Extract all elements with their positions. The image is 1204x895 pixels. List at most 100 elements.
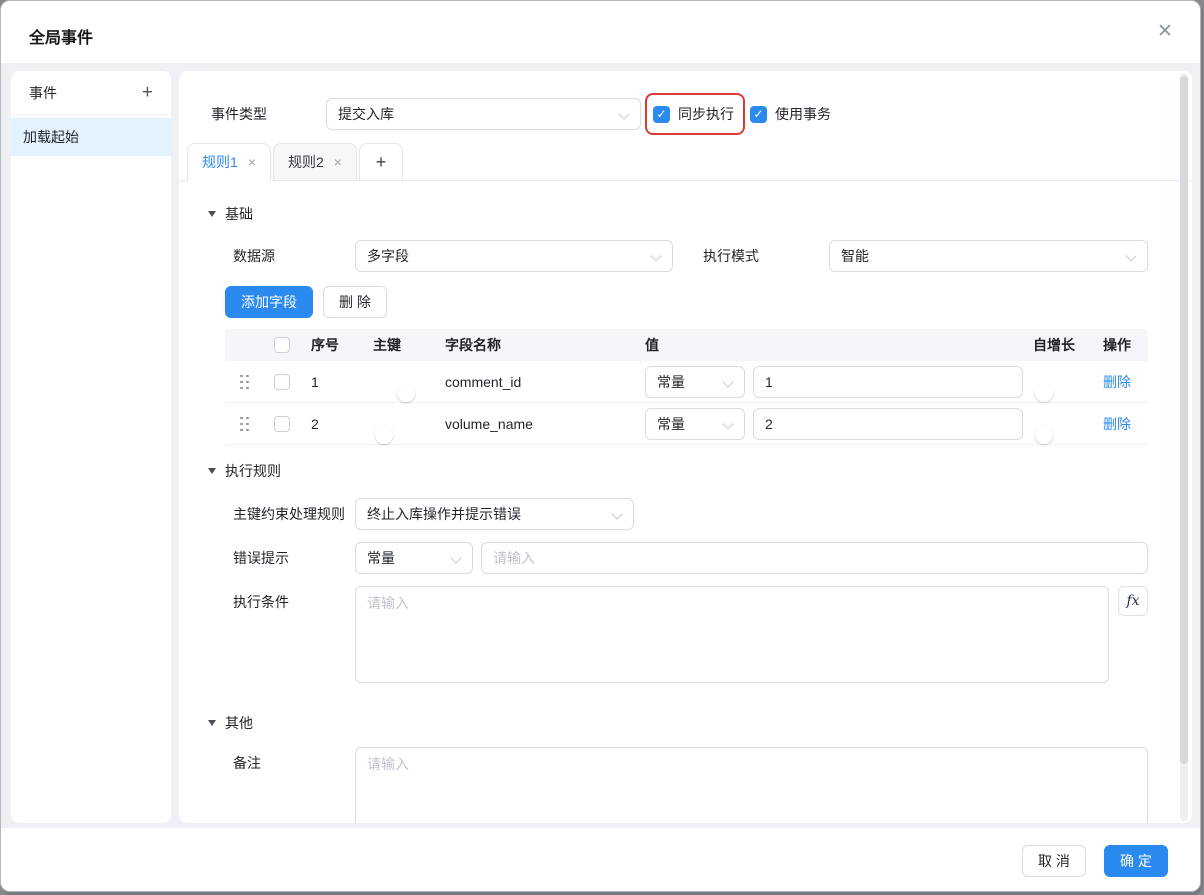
- page-title: 全局事件: [29, 24, 93, 48]
- transaction-checkbox-group[interactable]: ✓ 使用事务: [750, 104, 831, 124]
- field-name: comment_id: [435, 374, 635, 390]
- exec-mode-select[interactable]: 智能: [829, 240, 1148, 272]
- confirm-button[interactable]: 确 定: [1104, 845, 1168, 877]
- global-event-dialog: 全局事件 ✕ 事件 + 加载起始 事件类型 提交入库 ✓: [0, 0, 1201, 892]
- transaction-label: 使用事务: [775, 104, 831, 124]
- section-exec-rules-title: 执行规则: [225, 461, 281, 481]
- exec-condition-textarea[interactable]: [355, 586, 1109, 683]
- error-tip-type-select[interactable]: 常量: [355, 542, 473, 574]
- chevron-down-icon: [722, 376, 733, 387]
- dialog-body: 事件 + 加载起始 事件类型 提交入库 ✓ 同步执行: [1, 63, 1200, 828]
- value-input[interactable]: [753, 408, 1023, 440]
- collapse-caret-icon[interactable]: [208, 211, 216, 217]
- close-icon[interactable]: ✕: [1152, 19, 1178, 45]
- remark-row: 备注: [233, 747, 1192, 823]
- fields-table: 序号 主键 字段名称 值 自增长 操作 1 comment_id 常量: [225, 329, 1148, 445]
- sync-exec-label: 同步执行: [678, 104, 734, 124]
- chevron-down-icon: [1125, 250, 1136, 261]
- exec-mode-value: 智能: [841, 246, 869, 266]
- error-tip-row: 错误提示 常量: [233, 542, 1192, 574]
- chevron-down-icon: [650, 250, 661, 261]
- error-tip-label: 错误提示: [233, 548, 355, 568]
- tab-rule-2-close-icon[interactable]: ×: [334, 154, 342, 170]
- exec-mode-label: 执行模式: [703, 246, 829, 266]
- datasource-row: 数据源 多字段 执行模式 智能: [233, 240, 1192, 272]
- chevron-down-icon: [722, 418, 733, 429]
- field-name: volume_name: [435, 416, 635, 432]
- section-other: 其他: [208, 713, 1192, 733]
- dialog-footer: 取 消 确 定: [1, 828, 1200, 892]
- datasource-label: 数据源: [233, 246, 355, 266]
- transaction-checkbox[interactable]: ✓: [750, 106, 767, 123]
- event-type-select[interactable]: 提交入库: [326, 98, 641, 130]
- add-event-icon[interactable]: +: [142, 83, 153, 102]
- event-type-value: 提交入库: [338, 104, 394, 124]
- event-config-panel: 事件类型 提交入库 ✓ 同步执行 ✓ 使用事务: [179, 71, 1192, 823]
- collapse-caret-icon[interactable]: [208, 468, 216, 474]
- tab-rule-2[interactable]: 规则2 ×: [273, 143, 357, 181]
- col-primary-key: 主键: [363, 335, 435, 355]
- add-rule-tab-button[interactable]: +: [359, 143, 403, 181]
- drag-handle-icon[interactable]: [238, 374, 250, 390]
- event-sidebar: 事件 + 加载起始: [11, 71, 171, 823]
- row-index: 2: [301, 416, 363, 432]
- select-all-checkbox[interactable]: [274, 337, 290, 353]
- event-type-label: 事件类型: [211, 104, 326, 124]
- error-tip-input[interactable]: [481, 542, 1148, 574]
- chevron-down-icon: [450, 552, 461, 563]
- section-basic-title: 基础: [225, 204, 253, 224]
- rule-tabbar: 规则1 × 规则2 × +: [179, 143, 1192, 181]
- table-row: 1 comment_id 常量 删除: [225, 361, 1148, 403]
- section-basic: 基础: [208, 204, 1192, 224]
- cancel-button[interactable]: 取 消: [1022, 845, 1086, 877]
- row-checkbox[interactable]: [274, 374, 290, 390]
- pk-rule-select[interactable]: 终止入库操作并提示错误: [355, 498, 634, 530]
- section-other-title: 其他: [225, 713, 253, 733]
- delete-row-link[interactable]: 删除: [1103, 374, 1131, 390]
- sync-exec-checkbox-group[interactable]: ✓ 同步执行: [653, 104, 734, 124]
- value-type-select[interactable]: 常量: [645, 408, 745, 440]
- remark-textarea[interactable]: [355, 747, 1148, 823]
- event-type-row: 事件类型 提交入库 ✓ 同步执行 ✓ 使用事务: [211, 92, 1192, 136]
- add-field-button[interactable]: 添加字段: [225, 286, 313, 318]
- exec-condition-row: 执行条件 fx: [233, 586, 1192, 683]
- row-checkbox[interactable]: [274, 416, 290, 432]
- chevron-down-icon: [618, 108, 629, 119]
- pk-rule-value: 终止入库操作并提示错误: [367, 504, 521, 524]
- scrollbar-thumb[interactable]: [1180, 76, 1188, 764]
- tab-rule-1[interactable]: 规则1 ×: [187, 143, 271, 181]
- sync-exec-checkbox[interactable]: ✓: [653, 106, 670, 123]
- datasource-value: 多字段: [367, 246, 409, 266]
- drag-handle-icon[interactable]: [238, 416, 250, 432]
- value-type-select[interactable]: 常量: [645, 366, 745, 398]
- sync-exec-annotation: ✓ 同步执行: [645, 93, 745, 135]
- sidebar-title: 事件: [29, 83, 57, 103]
- pk-rule-row: 主键约束处理规则 终止入库操作并提示错误: [233, 498, 1192, 530]
- col-index: 序号: [301, 335, 363, 355]
- chevron-down-icon: [611, 508, 622, 519]
- field-actions-row: 添加字段 删 除: [225, 286, 1192, 318]
- section-exec-rules: 执行规则: [208, 461, 1192, 481]
- tab-rule-2-label: 规则2: [288, 152, 324, 172]
- datasource-select[interactable]: 多字段: [355, 240, 673, 272]
- delete-fields-button[interactable]: 删 除: [323, 286, 387, 318]
- row-index: 1: [301, 374, 363, 390]
- table-row: 2 volume_name 常量 删除: [225, 403, 1148, 445]
- sidebar-item-load-start[interactable]: 加载起始: [11, 118, 171, 156]
- formula-fx-button[interactable]: fx: [1118, 586, 1148, 616]
- value-input[interactable]: [753, 366, 1023, 398]
- pk-rule-label: 主键约束处理规则: [233, 504, 355, 524]
- delete-row-link[interactable]: 删除: [1103, 416, 1131, 432]
- fields-table-header: 序号 主键 字段名称 值 自增长 操作: [225, 329, 1148, 361]
- collapse-caret-icon[interactable]: [208, 720, 216, 726]
- vertical-scrollbar[interactable]: [1180, 73, 1188, 821]
- col-auto-increment: 自增长: [1023, 335, 1093, 355]
- tab-rule-1-label: 规则1: [202, 152, 238, 172]
- col-value: 值: [635, 335, 1023, 355]
- remark-label: 备注: [233, 747, 355, 779]
- col-field-name: 字段名称: [435, 335, 635, 355]
- dialog-header: 全局事件 ✕: [1, 1, 1200, 63]
- tab-rule-1-close-icon[interactable]: ×: [248, 154, 256, 170]
- error-tip-type-value: 常量: [367, 548, 395, 568]
- exec-condition-label: 执行条件: [233, 586, 355, 618]
